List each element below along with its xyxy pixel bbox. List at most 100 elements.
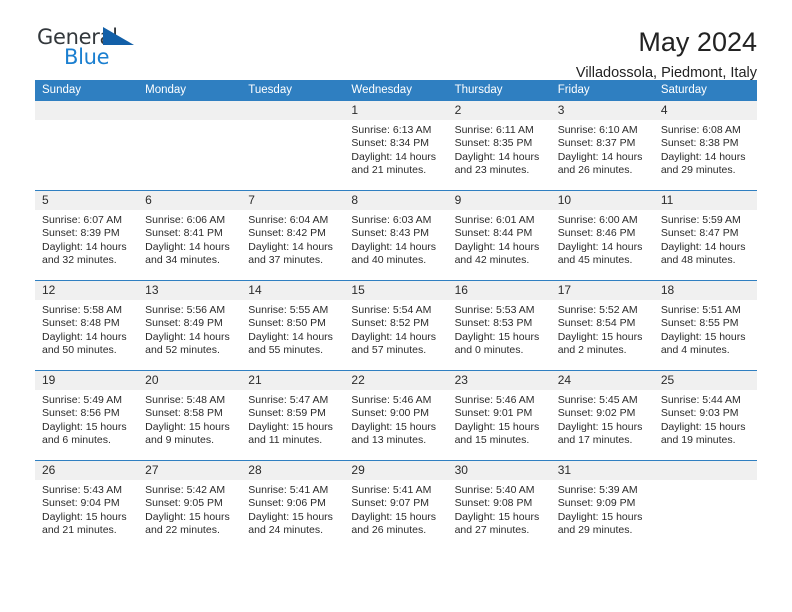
daylight-text-line1: Daylight: 14 hours	[145, 240, 230, 253]
day-cell[interactable]: 16 Sunrise: 5:53 AM Sunset: 8:53 PM Dayligh…	[447, 281, 551, 370]
day-details: Sunrise: 6:08 AM Sunset: 8:38 PM Daylight:…	[654, 120, 757, 178]
day-cell[interactable]: 13 Sunrise: 5:56 AM Sunset: 8:49 PM Dayligh…	[138, 281, 242, 370]
sunset-text: Sunset: 8:37 PM	[557, 137, 636, 150]
day-cell[interactable]: 1 Sunrise: 6:13 AM Sunset: 8:34 PM Daylight…	[344, 101, 448, 190]
sunrise-text: Sunrise: 5:45 AM	[557, 394, 638, 406]
day-number: 9	[447, 191, 551, 210]
day-cell[interactable]: 25 Sunrise: 5:44 AM Sunset: 9:03 PM Dayligh…	[653, 371, 757, 460]
daylight-text-line1: Daylight: 15 hours	[248, 420, 333, 433]
day-number	[241, 101, 345, 120]
daylight-text-line1: Daylight: 15 hours	[557, 510, 643, 523]
daylight-text-line2: and 23 minutes.	[454, 164, 530, 177]
day-cell[interactable]: 26 Sunrise: 5:43 AM Sunset: 9:04 PM Dayligh…	[35, 461, 139, 550]
day-cell[interactable]: 2 Sunrise: 6:11 AM Sunset: 8:35 PM Daylight…	[447, 101, 551, 190]
day-cell[interactable]: 30 Sunrise: 5:40 AM Sunset: 9:08 PM Dayligh…	[447, 461, 551, 550]
weekday-thursday: Thursday	[454, 84, 503, 96]
day-cell[interactable]: 12 Sunrise: 5:58 AM Sunset: 8:48 PM Dayligh…	[35, 281, 139, 370]
daylight-text-line1: Daylight: 15 hours	[351, 420, 437, 433]
day-details: Sunrise: 5:47 AM Sunset: 8:59 PM Daylight:…	[241, 390, 344, 448]
daylight-text-line2: and 15 minutes.	[454, 434, 530, 447]
day-cell[interactable]: 8 Sunrise: 6:03 AM Sunset: 8:43 PM Daylight…	[344, 191, 448, 280]
day-cell[interactable]: 15 Sunrise: 5:54 AM Sunset: 8:52 PM Dayligh…	[344, 281, 448, 370]
calendar-grid: Sunday Monday Tuesday Wednesday Thursday…	[35, 80, 757, 550]
day-details: Sunrise: 5:48 AM Sunset: 8:58 PM Daylight:…	[138, 390, 241, 448]
day-number: 10	[550, 191, 654, 210]
daylight-text-line2: and 11 minutes.	[248, 434, 323, 447]
daylight-text-line2: and 50 minutes.	[42, 344, 117, 357]
sunset-text: Sunset: 9:07 PM	[351, 497, 430, 510]
day-number: 18	[653, 281, 757, 300]
day-cell[interactable]: 27 Sunrise: 5:42 AM Sunset: 9:05 PM Dayligh…	[138, 461, 242, 550]
day-details: Sunrise: 5:56 AM Sunset: 8:49 PM Daylight:…	[138, 300, 241, 358]
sunset-text: Sunset: 8:50 PM	[248, 317, 326, 330]
daylight-text-line1: Daylight: 15 hours	[557, 420, 643, 433]
sunrise-text: Sunrise: 6:06 AM	[145, 214, 226, 226]
page-header: General Blue May 2024 Villadossola, Pied…	[35, 0, 757, 81]
daylight-text-line2: and 24 minutes.	[248, 524, 323, 537]
day-cell[interactable]: 5 Sunrise: 6:07 AM Sunset: 8:39 PM Daylight…	[35, 191, 139, 280]
day-number: 14	[241, 281, 345, 300]
day-number	[138, 101, 242, 120]
day-details: Sunrise: 6:11 AM Sunset: 8:35 PM Daylight:…	[448, 120, 551, 178]
day-cell[interactable]: 28 Sunrise: 5:41 AM Sunset: 9:06 PM Dayligh…	[241, 461, 345, 550]
day-number: 12	[35, 281, 139, 300]
day-cell[interactable]: 17 Sunrise: 5:52 AM Sunset: 8:54 PM Dayligh…	[550, 281, 654, 370]
day-cell-empty	[35, 101, 139, 190]
day-cell[interactable]: 9 Sunrise: 6:01 AM Sunset: 8:44 PM Daylight…	[447, 191, 551, 280]
day-cell[interactable]: 4 Sunrise: 6:08 AM Sunset: 8:38 PM Daylight…	[653, 101, 757, 190]
daylight-text-line2: and 2 minutes.	[557, 344, 627, 357]
day-cell[interactable]: 14 Sunrise: 5:55 AM Sunset: 8:50 PM Dayligh…	[241, 281, 345, 370]
day-cell[interactable]: 6 Sunrise: 6:06 AM Sunset: 8:41 PM Daylight…	[138, 191, 242, 280]
day-details: Sunrise: 5:58 AM Sunset: 8:48 PM Daylight:…	[35, 300, 138, 358]
day-number: 30	[447, 461, 551, 480]
sunrise-text: Sunrise: 5:58 AM	[42, 304, 122, 316]
sunset-text: Sunset: 9:03 PM	[660, 407, 739, 420]
day-cell[interactable]: 18 Sunrise: 5:51 AM Sunset: 8:55 PM Dayligh…	[653, 281, 757, 370]
day-number: 31	[550, 461, 654, 480]
sunset-text: Sunset: 8:35 PM	[454, 137, 533, 150]
sunrise-text: Sunrise: 6:01 AM	[454, 214, 535, 226]
daylight-text-line1: Daylight: 15 hours	[660, 330, 746, 343]
day-cell[interactable]: 3 Sunrise: 6:10 AM Sunset: 8:37 PM Daylight…	[550, 101, 654, 190]
day-cell[interactable]: 10 Sunrise: 6:00 AM Sunset: 8:46 PM Dayligh…	[550, 191, 654, 280]
daylight-text-line2: and 26 minutes.	[351, 524, 427, 537]
daylight-text-line1: Daylight: 15 hours	[42, 420, 127, 433]
sunset-text: Sunset: 9:04 PM	[42, 497, 120, 510]
sunrise-text: Sunrise: 5:41 AM	[351, 484, 432, 496]
day-cell[interactable]: 22 Sunrise: 5:46 AM Sunset: 9:00 PM Dayligh…	[344, 371, 448, 460]
day-cell[interactable]: 24 Sunrise: 5:45 AM Sunset: 9:02 PM Dayligh…	[550, 371, 654, 460]
daylight-text-line2: and 32 minutes.	[42, 254, 117, 267]
day-number: 7	[241, 191, 345, 210]
day-cell[interactable]: 11 Sunrise: 5:59 AM Sunset: 8:47 PM Dayligh…	[653, 191, 757, 280]
day-number	[653, 461, 757, 480]
sunset-text: Sunset: 8:38 PM	[660, 137, 739, 150]
day-number: 11	[653, 191, 757, 210]
weekday-friday: Friday	[557, 84, 590, 96]
daylight-text-line1: Daylight: 14 hours	[42, 240, 127, 253]
sunset-text: Sunset: 8:43 PM	[351, 227, 430, 240]
sunset-text: Sunset: 9:02 PM	[557, 407, 636, 420]
daylight-text-line1: Daylight: 15 hours	[454, 510, 540, 523]
daylight-text-line2: and 42 minutes.	[454, 254, 530, 267]
calendar-weeks: 1 Sunrise: 6:13 AM Sunset: 8:34 PM Daylight…	[35, 101, 757, 550]
daylight-text-line1: Daylight: 15 hours	[557, 330, 643, 343]
day-cell[interactable]: 7 Sunrise: 6:04 AM Sunset: 8:42 PM Daylight…	[241, 191, 345, 280]
daylight-text-line2: and 57 minutes.	[351, 344, 427, 357]
day-cell[interactable]: 19 Sunrise: 5:49 AM Sunset: 8:56 PM Dayligh…	[35, 371, 139, 460]
daylight-text-line2: and 6 minutes.	[42, 434, 111, 447]
general-blue-logo[interactable]: General Blue	[35, 26, 157, 74]
day-cell[interactable]: 29 Sunrise: 5:41 AM Sunset: 9:07 PM Dayligh…	[344, 461, 448, 550]
day-cell[interactable]: 20 Sunrise: 5:48 AM Sunset: 8:58 PM Dayligh…	[138, 371, 242, 460]
sunrise-text: Sunrise: 5:46 AM	[351, 394, 432, 406]
sunset-text: Sunset: 8:49 PM	[145, 317, 223, 330]
day-cell[interactable]: 31 Sunrise: 5:39 AM Sunset: 9:09 PM Dayligh…	[550, 461, 654, 550]
day-details: Sunrise: 6:04 AM Sunset: 8:42 PM Daylight:…	[241, 210, 344, 268]
day-details: Sunrise: 5:43 AM Sunset: 9:04 PM Daylight:…	[35, 480, 138, 538]
sunrise-text: Sunrise: 5:59 AM	[660, 214, 741, 226]
day-cell[interactable]: 21 Sunrise: 5:47 AM Sunset: 8:59 PM Dayligh…	[241, 371, 345, 460]
daylight-text-line2: and 27 minutes.	[454, 524, 530, 537]
day-cell[interactable]: 23 Sunrise: 5:46 AM Sunset: 9:01 PM Dayligh…	[447, 371, 551, 460]
sunrise-text: Sunrise: 5:39 AM	[557, 484, 638, 496]
sunset-text: Sunset: 8:44 PM	[454, 227, 533, 240]
day-cell-empty	[241, 101, 345, 190]
